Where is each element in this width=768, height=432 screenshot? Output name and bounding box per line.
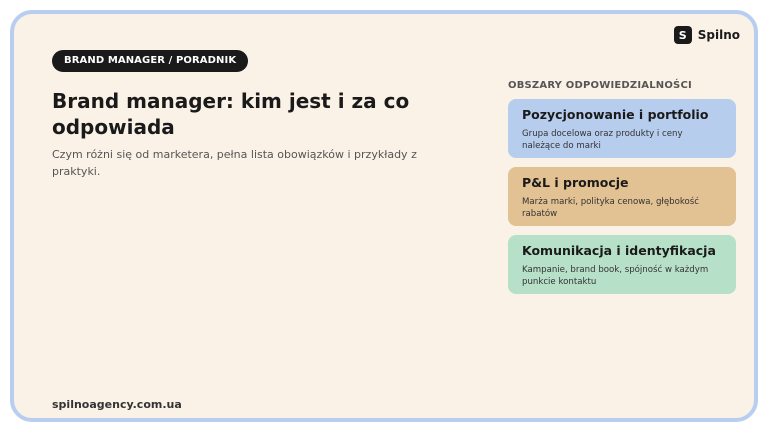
card-communication: Komunikacja i identyfikacja Kampanie, br… [508,235,736,294]
card-title: P&L i promocje [522,175,629,190]
logo-mark-icon: S [673,26,692,44]
brand-name: Spilno [697,28,740,42]
card-title: Komunikacja i identyfikacja [522,243,716,258]
page-subtitle: Czym różni się od marketera, pełna lista… [52,148,417,178]
panel-heading: OBSZARY ODPOWIEDZIALNOŚCI [508,80,692,91]
responsibilities-panel: OBSZARY ODPOWIEDZIALNOŚCI Pozycjonowanie… [508,80,736,303]
card-pnl-promotions: P&L i promocje Marża marki, polityka cen… [508,167,736,226]
card-description: Kampanie, brand book, spójność w każdym … [522,265,709,287]
footer-url-link[interactable]: spilnoagency.com.ua [52,398,182,411]
page-title: Brand manager: kim jest i za co odpowiad… [52,89,410,139]
category-badge: BRAND MANAGER / PORADNIK [52,50,249,72]
card-title: Pozycjonowanie i portfolio [522,107,709,122]
card-positioning: Pozycjonowanie i portfolio Grupa docelow… [508,99,736,158]
card-description: Marża marki, polityka cenowa, głębokość … [522,197,699,219]
brand-logo[interactable]: S Spilno [673,26,740,44]
slide-frame: S Spilno BRAND MANAGER / PORADNIK Brand … [10,10,758,422]
card-description: Grupa docelowa oraz produkty i ceny nale… [522,129,683,151]
